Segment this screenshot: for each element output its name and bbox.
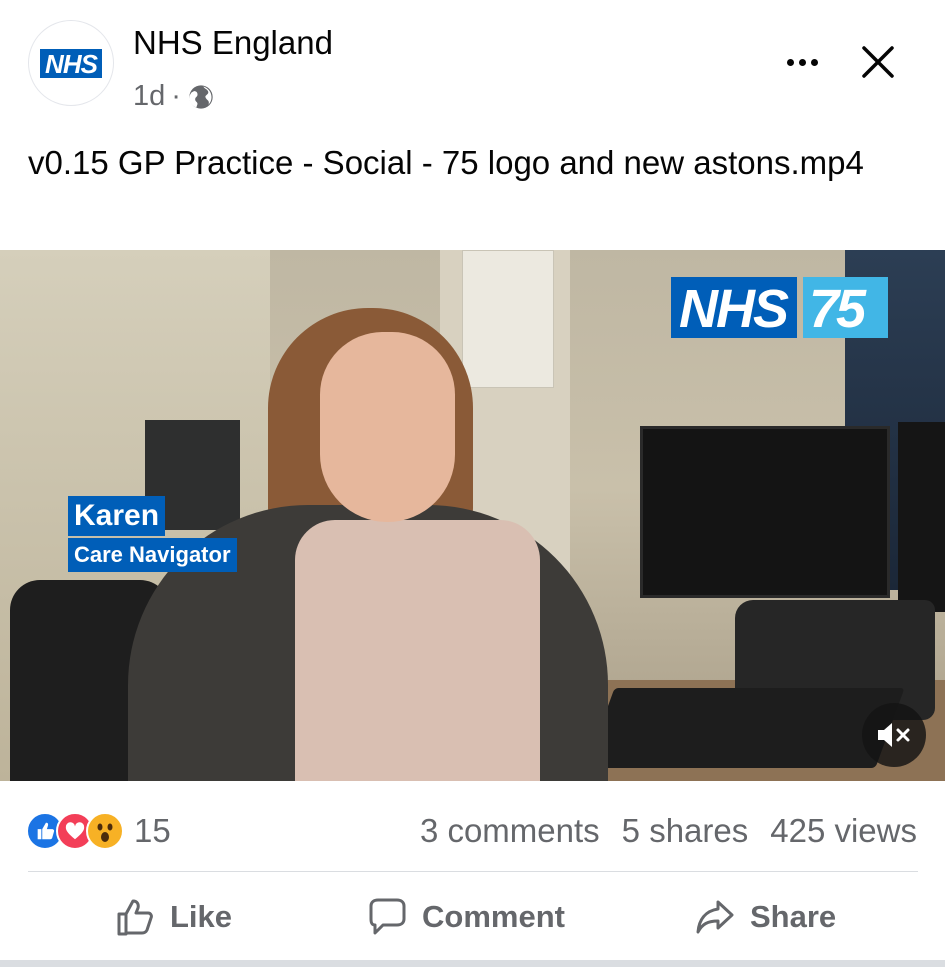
reaction-count: 15 — [134, 812, 171, 849]
close-icon[interactable] — [858, 42, 898, 82]
video-background — [640, 426, 890, 598]
video-player[interactable]: NHS 75 Karen Care Navigator — [0, 250, 945, 781]
video-person — [320, 332, 455, 522]
dot-icon — [798, 58, 806, 66]
comment-label: Comment — [422, 899, 565, 934]
video-background — [585, 688, 905, 768]
share-button[interactable]: Share — [694, 896, 836, 938]
post-meta: 1d · — [133, 80, 215, 113]
nhs-logo: NHS — [40, 48, 102, 78]
shares-count[interactable]: 5 shares — [622, 812, 749, 850]
video-person — [295, 520, 540, 781]
nhs75-logo-nhs: NHS — [671, 277, 798, 338]
page-avatar[interactable]: NHS — [28, 20, 114, 106]
like-button[interactable]: Like — [114, 896, 232, 938]
post-stats: 3 comments 5 shares 425 views — [420, 812, 917, 850]
meta-separator: · — [171, 80, 181, 112]
reactions-summary[interactable]: 15 — [26, 812, 171, 850]
views-count: 425 views — [770, 812, 917, 849]
dot-icon — [786, 58, 794, 66]
divider — [28, 871, 918, 872]
nhs75-logo-75: 75 — [803, 277, 889, 338]
nhs75-logo: NHS 75 — [671, 277, 889, 338]
share-label: Share — [750, 899, 837, 934]
lower-third-name: Karen — [68, 496, 166, 536]
comments-count[interactable]: 3 comments — [420, 812, 600, 850]
wow-icon — [86, 812, 124, 850]
comment-button[interactable]: Comment — [366, 896, 565, 938]
speaker-muted-icon — [878, 723, 910, 747]
video-background — [462, 250, 554, 388]
page-name[interactable]: NHS England — [133, 24, 333, 62]
video-background — [898, 422, 945, 612]
more-options-button[interactable] — [780, 44, 824, 80]
mute-button[interactable] — [862, 703, 926, 767]
post-text: v0.15 GP Practice - Social - 75 logo and… — [28, 144, 864, 181]
comment-icon — [369, 898, 406, 935]
lower-third-role: Care Navigator — [68, 538, 237, 572]
bottom-separator — [0, 960, 945, 967]
post-time[interactable]: 1d — [133, 80, 165, 113]
share-icon — [696, 900, 734, 934]
post-actions: Like Comment Share — [0, 888, 945, 952]
dot-icon — [810, 58, 818, 66]
like-label: Like — [170, 899, 233, 934]
thumbs-up-icon — [117, 899, 153, 936]
globe-icon — [189, 84, 213, 109]
